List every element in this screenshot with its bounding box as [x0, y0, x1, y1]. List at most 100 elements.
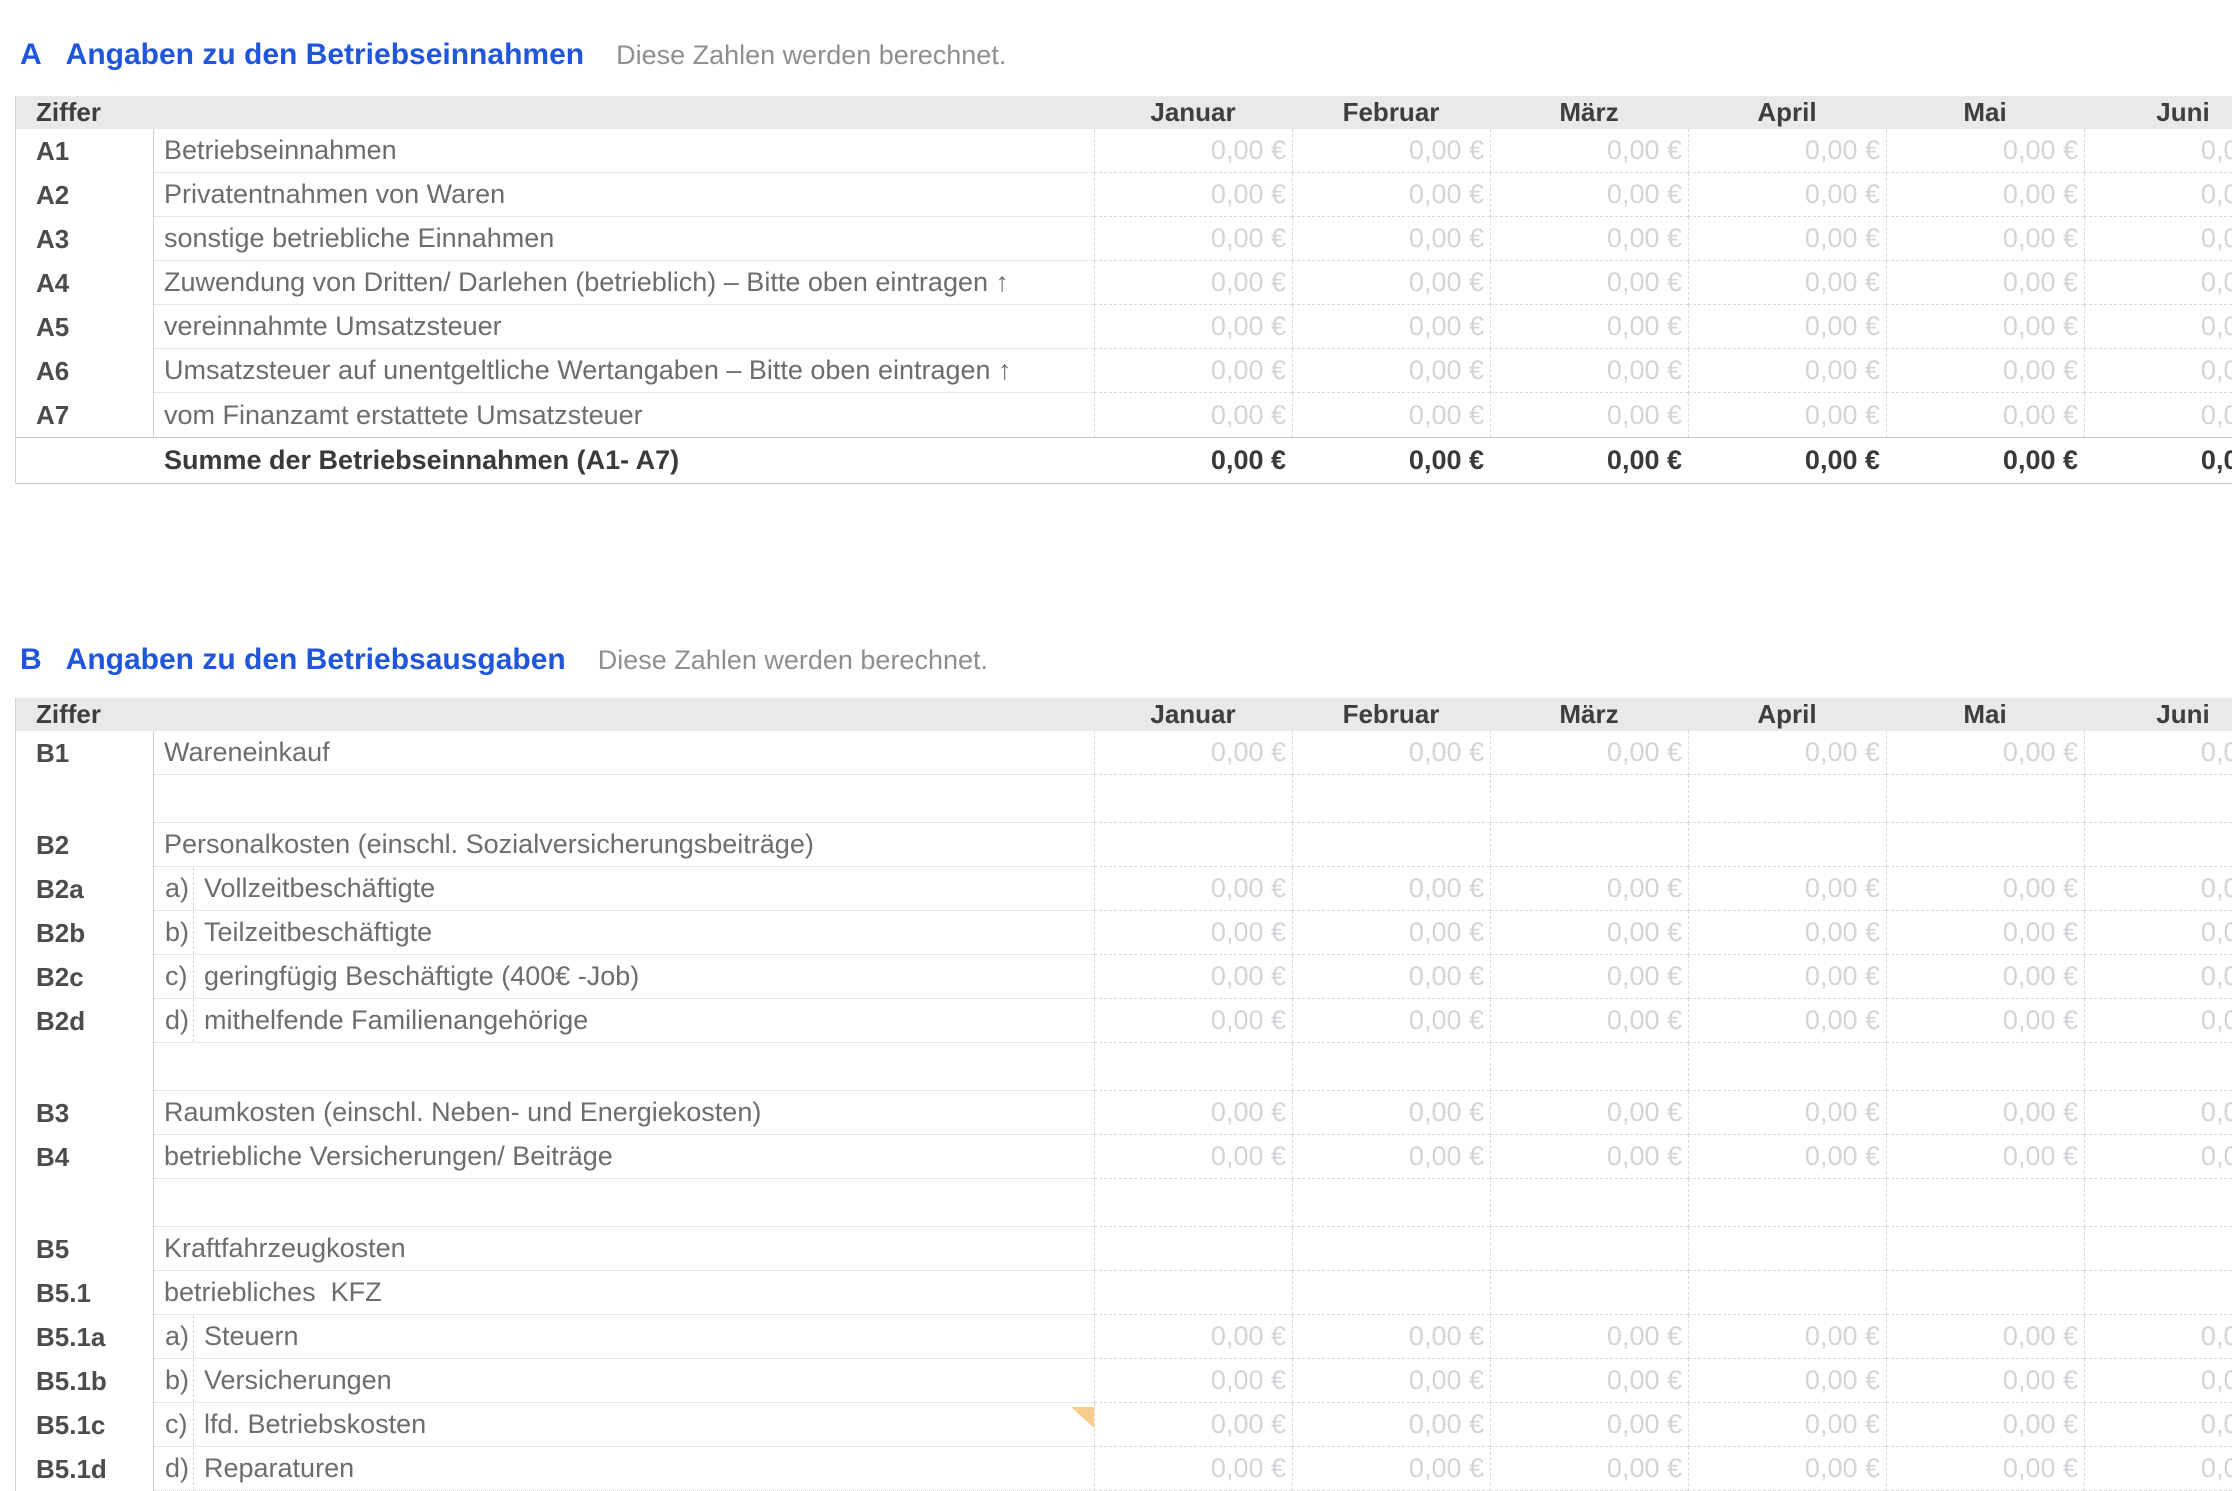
description-cell[interactable]: vereinnahmte Umsatzsteuer [154, 305, 1094, 349]
description-cell[interactable]: b)Versicherungen [154, 1359, 1094, 1403]
description-cell[interactable]: c)geringfügig Beschäftigte (400€ -Job) [154, 955, 1094, 999]
value-cell[interactable]: 0,00 € [1688, 349, 1886, 393]
value-cell[interactable]: 0,00 € [1094, 173, 1292, 217]
value-cell[interactable] [1094, 775, 1292, 823]
value-cell[interactable]: 0,00 € [1094, 349, 1292, 393]
ziffer-cell[interactable]: B5.1b [16, 1359, 154, 1403]
column-header-ziffer[interactable]: Ziffer [16, 698, 154, 731]
value-cell[interactable]: 0,00 € [1886, 955, 2084, 999]
value-cell[interactable]: 0,00 € [1292, 1315, 1490, 1359]
ziffer-cell[interactable]: B5 [16, 1227, 154, 1271]
value-cell[interactable]: 0,00 € [2084, 1359, 2232, 1403]
ziffer-cell[interactable]: B2c [16, 955, 154, 999]
value-cell[interactable]: 0,00 € [1886, 867, 2084, 911]
value-cell[interactable]: 0,00 € [2084, 173, 2232, 217]
value-cell[interactable]: 0,00 € [1886, 173, 2084, 217]
value-cell[interactable]: 0,00 € [1886, 393, 2084, 437]
value-cell[interactable]: 0,00 € [1292, 867, 1490, 911]
value-cell[interactable] [1094, 823, 1292, 867]
value-cell[interactable] [1688, 1179, 1886, 1227]
column-header-month-2[interactable]: Februar [1292, 96, 1490, 129]
value-cell[interactable] [1292, 775, 1490, 823]
description-cell[interactable]: betriebliche Versicherungen/ Beiträge [154, 1135, 1094, 1179]
value-cell[interactable] [2084, 823, 2232, 867]
value-cell[interactable]: 0,00 € [1490, 349, 1688, 393]
value-cell[interactable]: 0,00 € [1094, 1447, 1292, 1491]
value-cell[interactable]: 0,00 € [1292, 955, 1490, 999]
value-cell[interactable] [2084, 1227, 2232, 1271]
ziffer-cell[interactable]: A2 [16, 173, 154, 217]
value-cell[interactable] [1292, 823, 1490, 867]
value-cell[interactable]: 0,00 € [2084, 999, 2232, 1043]
value-cell[interactable] [1688, 775, 1886, 823]
value-cell[interactable] [1094, 1043, 1292, 1091]
value-cell[interactable]: 0,00 € [1490, 1315, 1688, 1359]
ziffer-cell[interactable] [16, 1043, 154, 1091]
value-cell[interactable]: 0,00 € [1292, 261, 1490, 305]
value-cell[interactable]: 0,00 € [1688, 1447, 1886, 1491]
value-cell[interactable]: 0,00 € [1490, 867, 1688, 911]
value-cell[interactable] [1688, 1043, 1886, 1091]
value-cell[interactable]: 0,00 € [1688, 1315, 1886, 1359]
value-cell[interactable]: 0,00 € [1292, 217, 1490, 261]
value-cell[interactable]: 0,00 € [1886, 999, 2084, 1043]
value-cell[interactable]: 0,00 € [1094, 731, 1292, 775]
value-cell[interactable]: 0,00 € [1886, 1447, 2084, 1491]
sum-value-cell[interactable]: 0,00 € [1094, 438, 1292, 483]
value-cell[interactable]: 0,00 € [1490, 217, 1688, 261]
value-cell[interactable]: 0,00 € [1490, 1359, 1688, 1403]
ziffer-cell[interactable]: B4 [16, 1135, 154, 1179]
description-cell[interactable]: Kraftfahrzeugkosten [154, 1227, 1094, 1271]
value-cell[interactable]: 0,00 € [2084, 261, 2232, 305]
value-cell[interactable]: 0,00 € [1886, 1135, 2084, 1179]
value-cell[interactable]: 0,00 € [1688, 1403, 1886, 1447]
description-cell[interactable]: a)Vollzeitbeschäftigte [154, 867, 1094, 911]
value-cell[interactable]: 0,00 € [1490, 1135, 1688, 1179]
value-cell[interactable]: 0,00 € [2084, 1091, 2232, 1135]
value-cell[interactable]: 0,00 € [2084, 1447, 2232, 1491]
value-cell[interactable]: 0,00 € [1094, 955, 1292, 999]
description-cell[interactable] [154, 1043, 1094, 1091]
ziffer-cell[interactable]: B2d [16, 999, 154, 1043]
value-cell[interactable] [1094, 1271, 1292, 1315]
ziffer-cell[interactable]: B5.1d [16, 1447, 154, 1491]
value-cell[interactable]: 0,00 € [1094, 999, 1292, 1043]
value-cell[interactable]: 0,00 € [1094, 1359, 1292, 1403]
value-cell[interactable]: 0,00 € [1292, 1091, 1490, 1135]
value-cell[interactable] [1094, 1179, 1292, 1227]
value-cell[interactable]: 0,00 € [1490, 731, 1688, 775]
value-cell[interactable]: 0,00 € [1094, 305, 1292, 349]
value-cell[interactable]: 0,00 € [1292, 1135, 1490, 1179]
value-cell[interactable]: 0,00 € [1490, 1091, 1688, 1135]
value-cell[interactable]: 0,00 € [1094, 911, 1292, 955]
value-cell[interactable] [1886, 1227, 2084, 1271]
value-cell[interactable] [2084, 1043, 2232, 1091]
ziffer-cell[interactable]: A7 [16, 393, 154, 437]
ziffer-cell[interactable]: B2 [16, 823, 154, 867]
value-cell[interactable]: 0,00 € [1886, 305, 2084, 349]
value-cell[interactable]: 0,00 € [1886, 731, 2084, 775]
value-cell[interactable]: 0,00 € [1292, 911, 1490, 955]
sum-value-cell[interactable]: 0,00 € [1292, 438, 1490, 483]
value-cell[interactable] [1490, 1227, 1688, 1271]
value-cell[interactable]: 0,00 € [1490, 911, 1688, 955]
ziffer-cell[interactable]: A6 [16, 349, 154, 393]
value-cell[interactable]: 0,00 € [1094, 1091, 1292, 1135]
description-cell[interactable]: Umsatzsteuer auf unentgeltliche Wertanga… [154, 349, 1094, 393]
value-cell[interactable]: 0,00 € [2084, 1403, 2232, 1447]
value-cell[interactable]: 0,00 € [2084, 217, 2232, 261]
ziffer-cell[interactable]: B3 [16, 1091, 154, 1135]
sum-label-cell[interactable]: Summe der Betriebseinnahmen (A1- A7) [154, 438, 1094, 483]
value-cell[interactable]: 0,00 € [2084, 1315, 2232, 1359]
sum-value-cell[interactable]: 0,00 € [1490, 438, 1688, 483]
value-cell[interactable] [1292, 1227, 1490, 1271]
value-cell[interactable]: 0,00 € [1688, 1135, 1886, 1179]
column-header-month-4[interactable]: April [1688, 698, 1886, 731]
sum-value-cell[interactable]: 0,00 € [2084, 438, 2232, 483]
value-cell[interactable] [2084, 1271, 2232, 1315]
value-cell[interactable] [1688, 1271, 1886, 1315]
sum-value-cell[interactable]: 0,00 € [1886, 438, 2084, 483]
column-header-month-3[interactable]: März [1490, 698, 1688, 731]
value-cell[interactable]: 0,00 € [1886, 349, 2084, 393]
value-cell[interactable]: 0,00 € [1490, 261, 1688, 305]
